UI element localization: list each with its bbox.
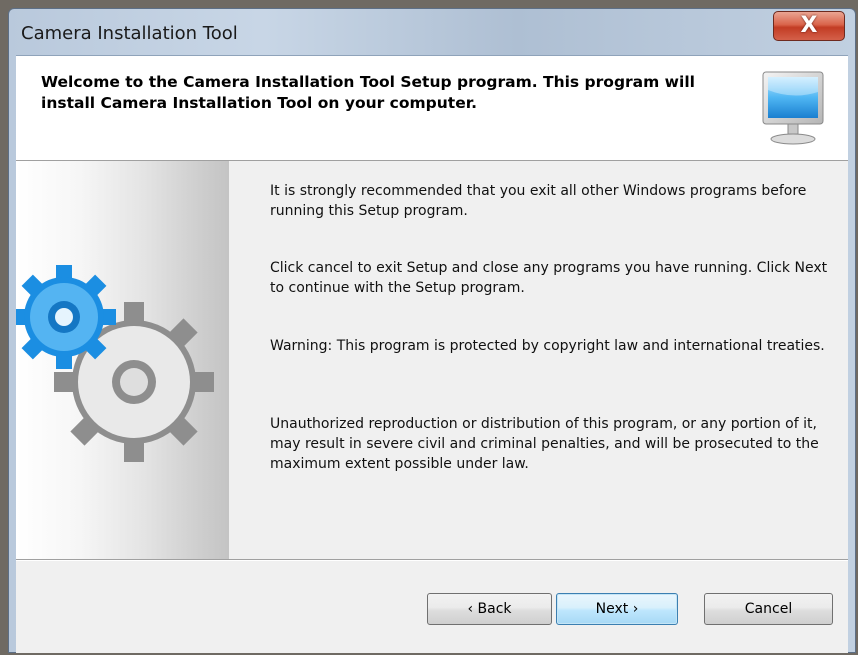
- footer-divider: [16, 559, 848, 561]
- close-button[interactable]: X: [773, 11, 845, 41]
- dialog-client-area: Welcome to the Camera Installation Tool …: [16, 55, 848, 653]
- body-paragraph-copyright-warning: Warning: This program is protected by co…: [270, 338, 825, 354]
- body-paragraph-unauthorized: Unauthorized reproduction or distributio…: [270, 416, 819, 472]
- title-bar[interactable]: Camera Installation Tool X: [9, 9, 855, 55]
- body-paragraph-cancel-next: Click cancel to exit Setup and close any…: [270, 260, 828, 296]
- cancel-button[interactable]: Cancel: [704, 593, 833, 625]
- header-welcome-text: Welcome to the Camera Installation Tool …: [41, 73, 695, 112]
- back-button[interactable]: ‹ Back: [427, 593, 552, 625]
- window-title: Camera Installation Tool: [21, 23, 238, 44]
- sidebar-graphic-panel: [16, 161, 229, 559]
- dialog-header: Welcome to the Camera Installation Tool …: [16, 56, 848, 161]
- close-icon: X: [800, 13, 818, 38]
- body-paragraph-exit-programs: It is strongly recommended that you exit…: [270, 183, 807, 219]
- gears-icon: [16, 265, 214, 462]
- setup-window: Camera Installation Tool X Welcome to th…: [8, 8, 856, 653]
- monitor-icon: [762, 71, 824, 145]
- next-button[interactable]: Next ›: [556, 593, 678, 625]
